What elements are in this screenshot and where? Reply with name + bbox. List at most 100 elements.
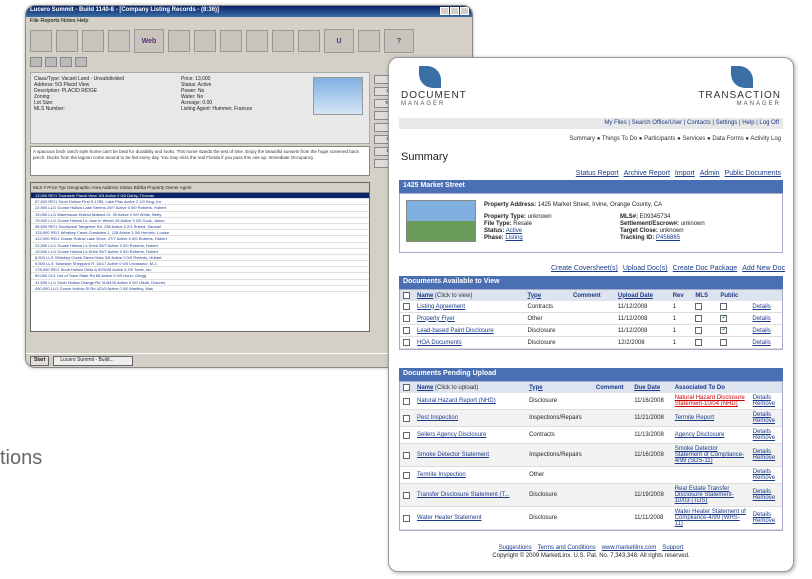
doc-name-link[interactable]: Sellers Agency Disclosure <box>417 432 486 438</box>
back-menubar[interactable]: File Reports Notes Help <box>26 17 472 26</box>
details-link[interactable]: Details <box>752 340 770 346</box>
associated-todo-link[interactable]: Agency Disclosure <box>675 432 725 438</box>
action-link[interactable]: Add New Doc <box>742 265 785 272</box>
web-button[interactable]: Web <box>134 29 164 53</box>
mls-checkbox[interactable] <box>695 339 703 347</box>
remove-link[interactable]: Remove <box>753 495 779 501</box>
house-icon[interactable] <box>56 30 78 52</box>
row-checkbox[interactable] <box>403 327 410 335</box>
row-checkbox[interactable] <box>403 431 410 439</box>
footer-link[interactable]: www.marketlinx.com <box>602 545 657 551</box>
doc-name-link[interactable]: Pest Inspection <box>417 415 458 421</box>
report-link[interactable]: Import <box>675 170 695 177</box>
doc-name-link[interactable]: Listing Agreement <box>417 304 465 310</box>
table-row: Transfer Disclosure Statement (T... Discl… <box>400 483 782 508</box>
clock-icon[interactable] <box>108 30 130 52</box>
phase-link[interactable]: Listing <box>505 235 522 241</box>
public-checkbox[interactable] <box>720 303 728 311</box>
details-link[interactable]: Details <box>752 328 770 334</box>
mls-checkbox[interactable] <box>695 327 703 335</box>
rev: 1 <box>669 312 693 326</box>
doc-name-link[interactable]: Smoke Detector Statement <box>417 452 489 458</box>
remove-link[interactable]: Remove <box>753 435 779 441</box>
row-checkbox[interactable] <box>403 491 410 499</box>
doc-name-link[interactable]: Water Heater Statement <box>417 515 481 521</box>
row-checkbox[interactable] <box>403 397 410 405</box>
report-link[interactable]: Public Documents <box>725 170 781 177</box>
row-checkbox[interactable] <box>403 303 410 311</box>
doc-type: Other <box>526 466 593 485</box>
row-checkbox[interactable] <box>403 451 410 459</box>
remove-link[interactable]: Remove <box>753 401 779 407</box>
public-checkbox[interactable] <box>720 313 728 323</box>
remove-link[interactable]: Remove <box>753 518 779 524</box>
stats-icon[interactable] <box>298 30 320 52</box>
doc-name-link[interactable]: Property Flyer <box>417 316 455 322</box>
folder-icon[interactable] <box>358 30 380 52</box>
calendar-icon[interactable] <box>220 30 242 52</box>
tracking-link[interactable]: P456865 <box>656 235 680 241</box>
associated-todo-link[interactable]: Water Heater Statement of Compliance-4/9… <box>675 509 746 527</box>
public-checkbox[interactable] <box>720 325 728 335</box>
report-link[interactable]: Status Report <box>576 170 619 177</box>
mls-checkbox[interactable] <box>695 315 703 323</box>
associated-todo-link[interactable]: Real Estate Transfer Disclosure Statemen… <box>675 486 734 504</box>
public-checkbox[interactable] <box>720 339 728 347</box>
doc-name-link[interactable]: Natural Hazard Report (NHD) <box>417 398 496 404</box>
rm-icon[interactable] <box>246 30 268 52</box>
row-checkbox[interactable] <box>403 514 410 522</box>
top-nav[interactable]: My Files | Search Office/User | Contacts… <box>399 118 783 129</box>
table-row: Water Heater Statement Disclosure 11/11/20… <box>400 506 782 531</box>
row-checkbox[interactable] <box>403 471 410 479</box>
monitor-icon[interactable] <box>194 30 216 52</box>
details-link[interactable]: Details <box>752 316 770 322</box>
doc-name-link[interactable]: Lead-based Paint Disclosure <box>417 328 494 334</box>
listing-agent: Listing Agent: Hummer, Frances <box>181 106 253 112</box>
section-nav[interactable]: Summary ● Things To Do ● Participants ● … <box>569 136 781 142</box>
action-link[interactable]: Upload Doc(s) <box>623 265 668 272</box>
doc-name-link[interactable]: Termite Inspection <box>417 472 466 478</box>
remove-link[interactable]: Remove <box>753 418 779 424</box>
key-icon[interactable] <box>82 30 104 52</box>
footer-link[interactable]: Terms and Conditions <box>538 545 596 551</box>
row-checkbox[interactable] <box>403 414 410 422</box>
doc-name-link[interactable]: Transfer Disclosure Statement (T... <box>417 492 509 498</box>
maximize-icon[interactable] <box>450 7 459 15</box>
status-link[interactable]: Active <box>506 228 522 234</box>
action-link[interactable]: Create Doc Package <box>673 265 738 272</box>
associated-todo-link[interactable]: Natural Hazard Disclosure Statement-10/0… <box>675 395 745 407</box>
chart-icon[interactable] <box>168 30 190 52</box>
print-icon[interactable] <box>75 57 87 67</box>
nav-next-icon[interactable] <box>60 57 72 67</box>
due-date: 11/13/2008 <box>631 426 672 445</box>
report-link[interactable]: Admin <box>700 170 720 177</box>
remove-link[interactable]: Remove <box>753 475 779 481</box>
row-checkbox[interactable] <box>403 339 410 347</box>
nav-prev-icon[interactable] <box>45 57 57 67</box>
doc-type: Contracts <box>524 301 570 314</box>
grid-row[interactable]: 450,000 LL/1 Goose Hollow SI Rd 421/5 Ac… <box>31 286 369 292</box>
help-icon[interactable]: ? <box>384 29 414 53</box>
row-checkbox[interactable] <box>403 315 410 323</box>
action-link[interactable]: Create Coversheet(s) <box>551 265 618 272</box>
doc-type: Disclosure <box>526 506 593 531</box>
report-links: Status Report Archive Report Import Admin Pu… <box>571 170 781 177</box>
nav-first-icon[interactable] <box>30 57 42 67</box>
taskbar-app[interactable]: Lucero Summit - Build... <box>53 355 134 366</box>
footer-link[interactable]: Suggestions <box>499 545 532 551</box>
doc-name-link[interactable]: HOA Documents <box>417 340 462 346</box>
details-link[interactable]: Details <box>752 304 770 310</box>
mls-checkbox[interactable] <box>695 303 703 311</box>
doc-comment <box>592 443 632 468</box>
u-icon[interactable]: U <box>324 29 354 53</box>
footer-link[interactable]: Support <box>662 545 683 551</box>
start-button[interactable]: Start <box>30 355 50 366</box>
associated-todo-link[interactable]: Termite Report <box>675 415 714 421</box>
minimize-icon[interactable] <box>440 7 449 15</box>
close-icon[interactable] <box>460 7 469 15</box>
report-link[interactable]: Archive Report <box>624 170 670 177</box>
remove-link[interactable]: Remove <box>753 455 779 461</box>
home-icon[interactable] <box>30 30 52 52</box>
list-icon[interactable] <box>272 30 294 52</box>
associated-todo-link[interactable]: Smoke Detector Statement of Compliance- … <box>675 446 744 464</box>
